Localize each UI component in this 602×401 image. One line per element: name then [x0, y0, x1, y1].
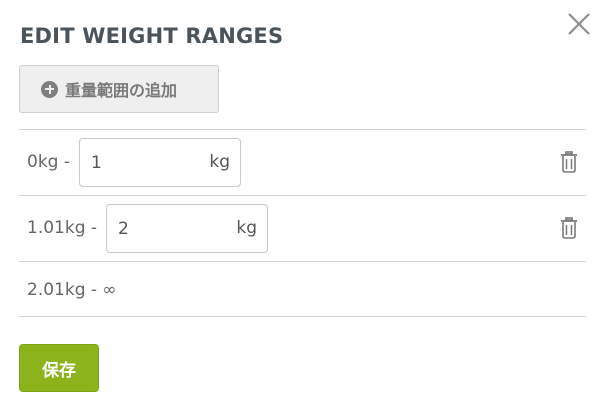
range-1-delete-button[interactable]	[560, 151, 578, 173]
range-1-weight-input[interactable]	[80, 139, 200, 186]
range-2-weight-field[interactable]: kg	[106, 204, 268, 253]
add-weight-range-label: 重量範囲の追加	[65, 81, 178, 100]
plus-circle-icon	[41, 80, 58, 98]
close-icon	[568, 13, 590, 35]
range-2-weight-input[interactable]	[107, 205, 227, 252]
save-button[interactable]: 保存	[19, 344, 99, 392]
edit-weight-ranges-dialog: EDIT WEIGHT RANGES 重量範囲の追加 0kg - kg 1.01…	[0, 0, 602, 401]
trash-icon	[561, 151, 577, 173]
range-2-from-label: 1.01kg -	[27, 218, 98, 238]
divider	[19, 195, 586, 196]
range-2-unit: kg	[236, 218, 257, 238]
range-1-unit: kg	[209, 152, 230, 172]
range-1-weight-field[interactable]: kg	[79, 138, 241, 187]
divider	[19, 316, 586, 317]
range-3-label: 2.01kg - ∞	[27, 280, 117, 300]
divider	[19, 261, 586, 262]
divider	[19, 129, 586, 130]
range-2-delete-button[interactable]	[560, 217, 578, 239]
dialog-title: EDIT WEIGHT RANGES	[20, 24, 284, 48]
trash-icon	[561, 217, 577, 239]
close-button[interactable]	[566, 11, 592, 37]
range-1-from-label: 0kg -	[27, 152, 70, 172]
add-weight-range-button[interactable]: 重量範囲の追加	[19, 65, 219, 113]
